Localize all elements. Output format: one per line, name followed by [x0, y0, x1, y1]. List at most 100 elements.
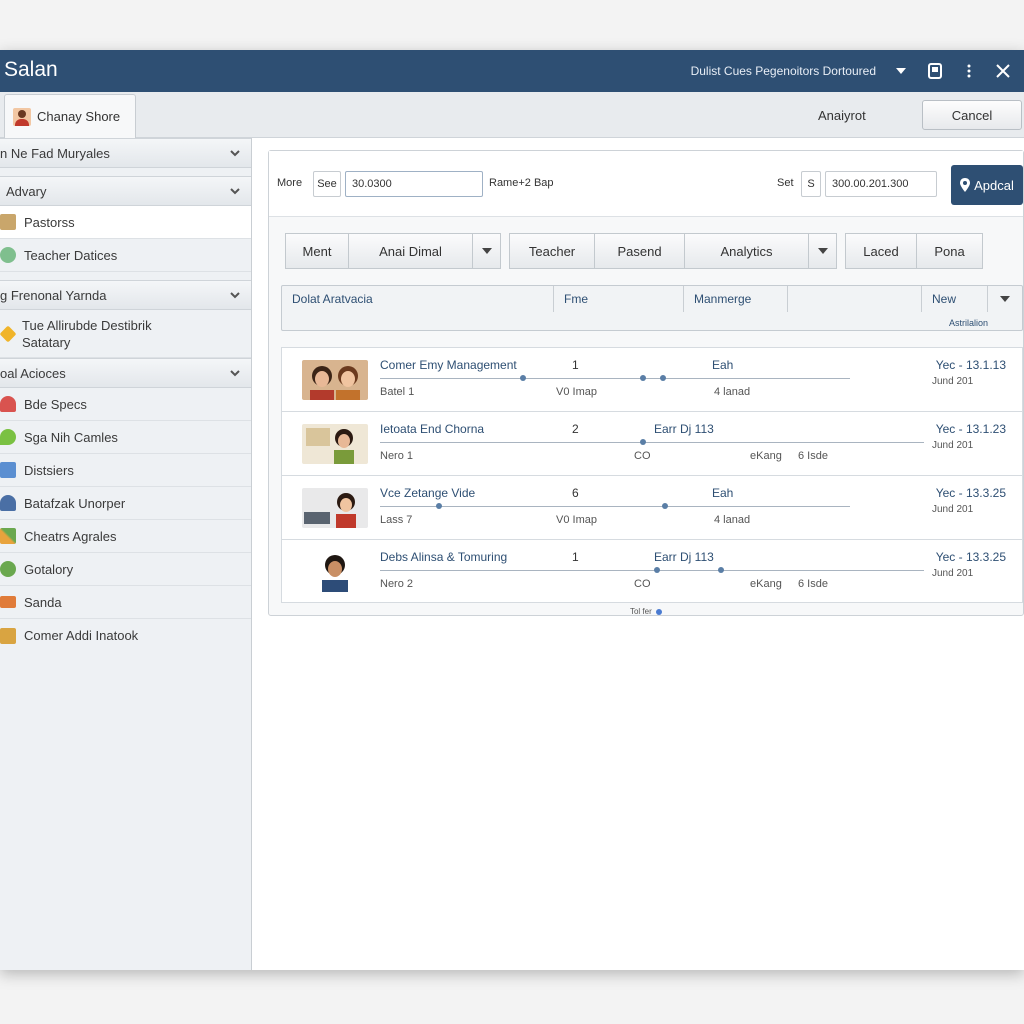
- tab-anai-dimal[interactable]: Anai Dimal: [349, 233, 473, 269]
- sidebar-item-pastorss[interactable]: Pastorss: [0, 206, 251, 239]
- table-row[interactable]: Debs Alinsa & Tomuring Nero 2 1 CO Earr …: [281, 539, 1023, 603]
- globe-icon: [0, 561, 16, 577]
- table-header: Dolat Aratvacia Fme Manmerge New Astrila…: [281, 285, 1023, 331]
- chevron-down-icon: [230, 370, 240, 377]
- column-header[interactable]: Manmerge: [684, 286, 788, 312]
- row-number: 6: [572, 486, 579, 500]
- chevron-down-icon: [230, 292, 240, 299]
- row-number: 1: [572, 358, 579, 372]
- result-list: Comer Emy Management Batel 1 1 V0 Imap E…: [281, 347, 1023, 603]
- row-title[interactable]: Comer Emy Management: [380, 358, 517, 372]
- user-tab[interactable]: Chanay Shore: [4, 94, 136, 138]
- sidebar-item-label: Comer Addi Inatook: [24, 628, 139, 643]
- column-header[interactable]: Dolat Aratvacia: [282, 286, 554, 312]
- row-date-secondary: Jund 201: [932, 504, 974, 515]
- slider-handle[interactable]: [660, 375, 666, 381]
- column-menu[interactable]: [988, 286, 1022, 312]
- sidebar-item-allirubde[interactable]: Tue Allirubde Destibrik Satatary: [0, 310, 251, 358]
- more-vertical-icon[interactable]: [960, 62, 978, 80]
- thumbnail-image: [302, 424, 368, 464]
- folder-icon: [0, 596, 16, 608]
- pager-dot[interactable]: [656, 608, 663, 615]
- location-pin-icon: [960, 178, 971, 192]
- user-avatar-icon: [13, 107, 31, 126]
- tab-laced[interactable]: Laced: [845, 233, 917, 269]
- row-track: [380, 506, 850, 507]
- tab-dropdown[interactable]: [473, 233, 501, 269]
- row-date-secondary: Jund 201: [932, 440, 974, 451]
- box-icon: [0, 214, 16, 230]
- row-subtitle: Lass 7: [380, 514, 413, 526]
- more-label: More: [277, 177, 303, 189]
- s-field[interactable]: S: [801, 171, 821, 197]
- table-row[interactable]: Ietoata End Chorna Nero 1 2 CO Earr Dj 1…: [281, 411, 1023, 475]
- apply-label: Apdcal: [974, 177, 1014, 193]
- sidebar-item-cheatrs-agrales[interactable]: Cheatrs Agrales: [0, 520, 251, 553]
- row-mid: CO: [634, 450, 651, 462]
- sidebar-item-batafzak-unorper[interactable]: Batafzak Unorper: [0, 487, 251, 520]
- row-title[interactable]: Vce Zetange Vide: [380, 486, 475, 500]
- row-subtitle: Nero 1: [380, 450, 414, 462]
- sidebar-section-header[interactable]: g Frenonal Yarnda: [0, 280, 251, 310]
- row-value: Eah: [712, 486, 734, 500]
- row-date: Yec - 13.1.23: [935, 422, 1006, 436]
- chevron-down-icon: [817, 248, 828, 254]
- from-input[interactable]: 30.0300: [345, 171, 483, 197]
- app-window: Salan Dulist Cues Pegenoitors Dortoured …: [0, 50, 1024, 970]
- row-number: 1: [572, 550, 579, 564]
- apply-button[interactable]: Apdcal: [951, 165, 1023, 205]
- tab-teacher[interactable]: Teacher: [509, 233, 595, 269]
- sidebar-item-label: Pastorss: [24, 214, 75, 230]
- see-field[interactable]: See: [313, 171, 341, 197]
- sidebar-item-teacher-datices[interactable]: Teacher Datices: [0, 239, 251, 272]
- column-header[interactable]: Fme: [554, 286, 684, 312]
- row-detail: 4 lanad: [714, 386, 751, 398]
- tab-pona[interactable]: Pona: [917, 233, 983, 269]
- chevron-down-icon: [230, 150, 240, 157]
- chevron-down-icon: [481, 248, 492, 254]
- sidebar-item-distsiers[interactable]: Distsiers: [0, 454, 251, 487]
- people-icon: [0, 247, 16, 263]
- slider-handle[interactable]: [654, 567, 660, 573]
- row-value: Earr Dj 113: [654, 550, 714, 564]
- tab-analytics[interactable]: Analytics: [685, 233, 809, 269]
- table-row[interactable]: Vce Zetange Vide Lass 7 6 V0 Imap Eah 4 …: [281, 475, 1023, 539]
- sidebar-item-sanda[interactable]: Sanda: [0, 586, 251, 619]
- tab-dropdown[interactable]: [809, 233, 837, 269]
- row-track: [380, 378, 850, 379]
- row-title[interactable]: Ietoata End Chorna: [380, 422, 484, 436]
- sidebar-item-label: Distsiers: [24, 462, 74, 478]
- chevron-down-icon: [1000, 296, 1010, 302]
- tab-pasend[interactable]: Pasend: [595, 233, 685, 269]
- sidebar-section-title: Advary: [6, 183, 47, 199]
- slider-handle[interactable]: [718, 567, 724, 573]
- window-icon[interactable]: [926, 62, 944, 80]
- sidebar-section-header[interactable]: n Ne Fad Muryales: [0, 138, 251, 168]
- sidebar-item-label: Bde Specs: [24, 396, 87, 412]
- sidebar-item-sga-nih-camles[interactable]: Sga Nih Camles: [0, 421, 251, 454]
- sidebar-section-header[interactable]: Advary: [0, 176, 251, 206]
- slider-handle[interactable]: [662, 503, 668, 509]
- cancel-button[interactable]: Cancel: [922, 100, 1022, 130]
- close-icon[interactable]: [994, 62, 1012, 80]
- sidebar-item-label: Teacher Datices: [24, 247, 118, 263]
- row-mid: CO: [634, 578, 651, 590]
- table-row[interactable]: Comer Emy Management Batel 1 1 V0 Imap E…: [281, 347, 1023, 411]
- sidebar-section-header[interactable]: oal Acioces: [0, 358, 251, 388]
- column-header[interactable]: New: [922, 286, 988, 312]
- tab-ment[interactable]: Ment: [285, 233, 349, 269]
- slider-handle[interactable]: [640, 439, 646, 445]
- to-input[interactable]: 300.00.201.300: [825, 171, 937, 197]
- row-title[interactable]: Debs Alinsa & Tomuring: [380, 550, 507, 564]
- pin-icon: [0, 429, 16, 445]
- sidebar-item-bde-specs[interactable]: Bde Specs: [0, 388, 251, 421]
- slider-handle[interactable]: [436, 503, 442, 509]
- sidebar-item-gotalory[interactable]: Gotalory: [0, 553, 251, 586]
- sidebar-item-comer-addi-inatook[interactable]: Comer Addi Inatook: [0, 619, 251, 652]
- slider-handle[interactable]: [520, 375, 526, 381]
- dashboard-select[interactable]: Dulist Cues Pegenoitors Dortoured: [691, 64, 876, 78]
- row-subtitle: Nero 2: [380, 578, 414, 590]
- slider-handle[interactable]: [640, 375, 646, 381]
- chevron-down-icon[interactable]: [892, 62, 910, 80]
